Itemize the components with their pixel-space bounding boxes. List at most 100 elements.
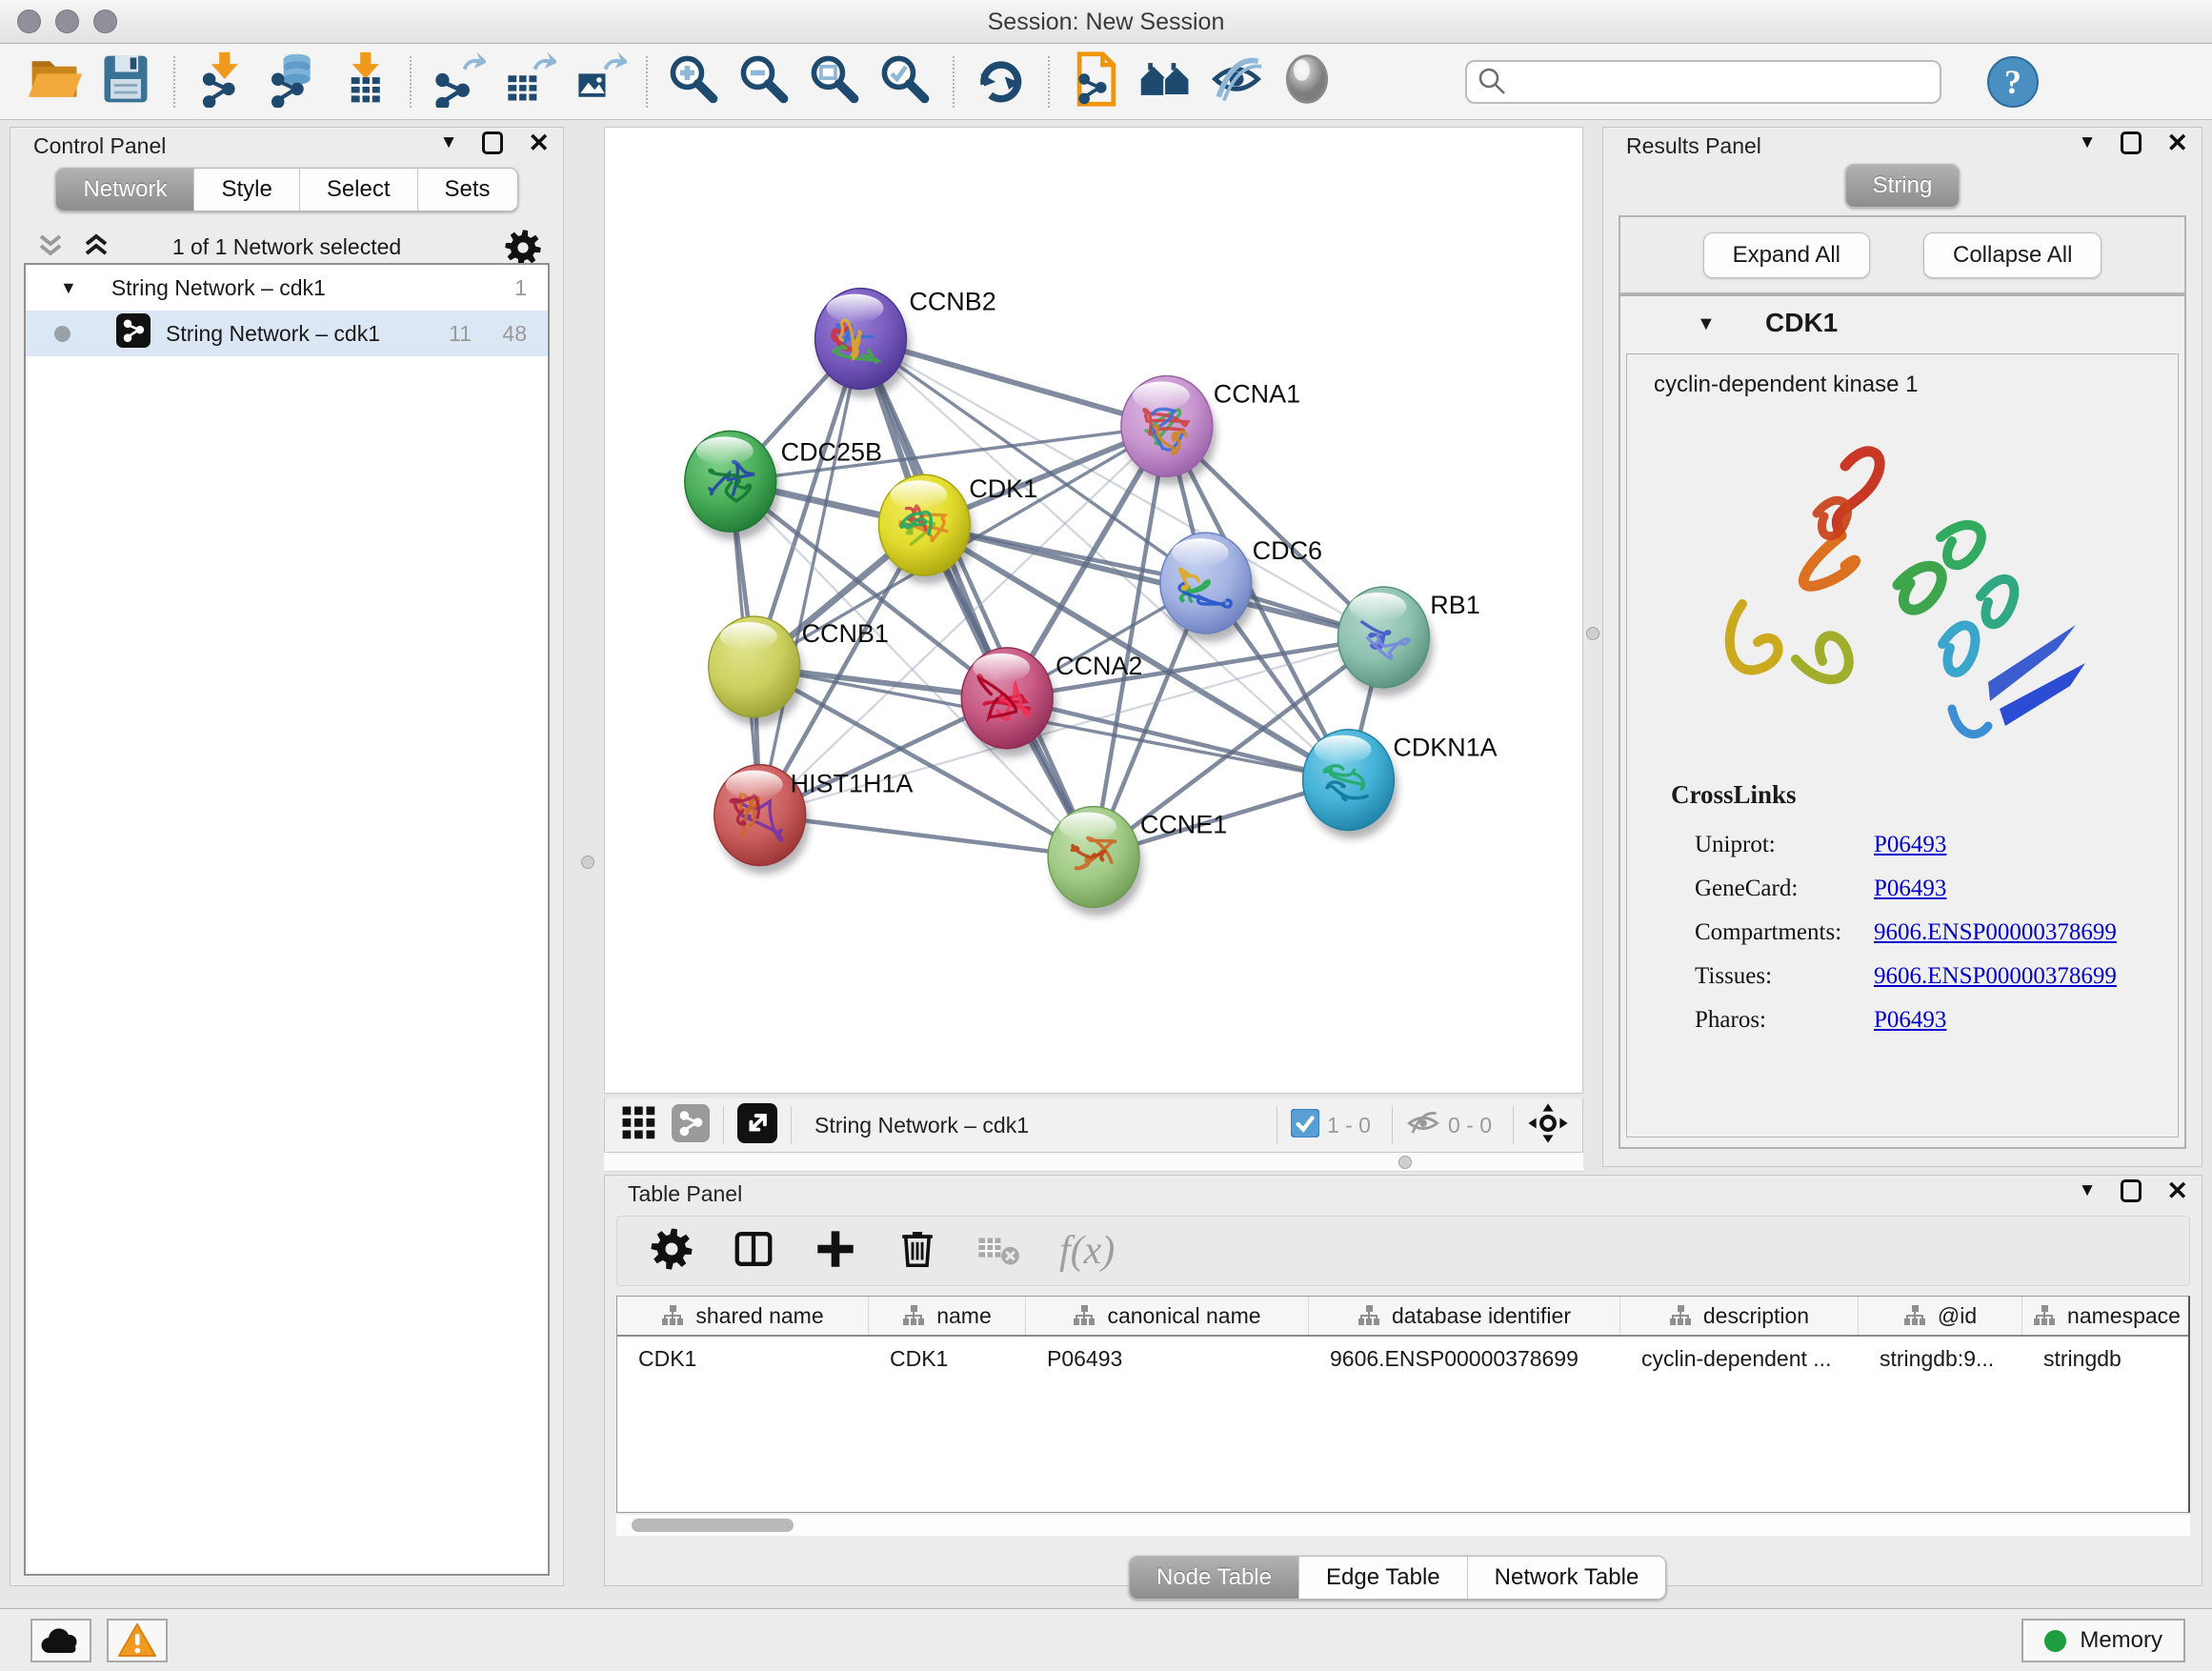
table-row[interactable]: CDK1CDK1P064939606.ENSP00000378699cyclin… — [617, 1337, 2188, 1380]
network-canvas[interactable]: CCNB2 CCNA1 CDC25B CDK1 CDC6 RB1 CCNB1 C… — [604, 127, 1583, 1094]
crosslink-link[interactable]: 9606.ENSP00000378699 — [1874, 919, 2117, 946]
left-splitter-handle[interactable] — [581, 856, 594, 869]
horizontal-splitter[interactable] — [604, 1153, 1583, 1172]
crosslink-link[interactable]: P06493 — [1874, 1007, 1946, 1034]
network-tree: ▼ String Network – cdk1 1 String Network… — [24, 263, 550, 1576]
column-header-canonical-name[interactable]: canonical name — [1026, 1297, 1309, 1335]
cell-@id[interactable]: stringdb:9... — [1859, 1346, 2022, 1372]
export-image-button[interactable] — [570, 53, 627, 111]
zoom-fit-button[interactable] — [806, 53, 863, 111]
zoom-out-button[interactable] — [735, 53, 793, 111]
save-session-button[interactable] — [97, 53, 154, 111]
panel-close-icon[interactable]: ✕ — [2166, 1179, 2188, 1202]
memory-button[interactable]: Memory — [2021, 1619, 2185, 1662]
selected-checkbox-icon[interactable] — [1291, 1109, 1319, 1142]
export-table-button[interactable] — [499, 53, 556, 111]
tab-node-table[interactable]: Node Table — [1130, 1557, 1299, 1599]
tab-select[interactable]: Select — [300, 169, 418, 211]
panel-menu-icon[interactable]: ▼ — [2079, 1180, 2097, 1201]
cell-canonical-name[interactable]: P06493 — [1026, 1346, 1309, 1372]
node-section-header[interactable]: ▼ CDK1 — [1620, 296, 2184, 353]
column-header-name[interactable]: name — [869, 1297, 1026, 1335]
cell-shared-name[interactable]: CDK1 — [617, 1346, 869, 1372]
network-tree-root-row[interactable]: ▼ String Network – cdk1 1 — [26, 265, 548, 311]
crosslink-label: Compartments: — [1695, 919, 1874, 946]
tab-edge-table[interactable]: Edge Table — [1299, 1557, 1468, 1599]
help-icon: ? — [1987, 56, 2039, 108]
tree-expander-icon[interactable]: ▼ — [60, 278, 77, 298]
cloud-status-button[interactable] — [30, 1619, 91, 1662]
tab-network[interactable]: Network — [56, 169, 194, 211]
column-header-shared-name[interactable]: shared name — [617, 1297, 869, 1335]
delete-columns-button[interactable] — [895, 1227, 939, 1276]
expand-all-button[interactable]: Expand All — [1703, 232, 1870, 278]
cell-description[interactable]: cyclin-dependent ... — [1620, 1346, 1859, 1372]
hidden-count: 0 - 0 — [1448, 1113, 1492, 1138]
network-node-RB1[interactable]: RB1 — [1337, 587, 1479, 696]
column-header-@id[interactable]: @id — [1859, 1297, 2022, 1335]
network-from-selection-button[interactable] — [1067, 53, 1124, 111]
network-node-CCNB2[interactable]: CCNB2 — [815, 288, 996, 398]
panel-close-icon[interactable]: ✕ — [2166, 131, 2188, 154]
section-expander-icon[interactable]: ▼ — [1697, 313, 1716, 335]
control-panel-tabs: NetworkStyleSelectSets — [10, 168, 563, 211]
panel-float-icon[interactable] — [2121, 131, 2142, 154]
tab-sets[interactable]: Sets — [418, 169, 517, 211]
refresh-view-button[interactable] — [972, 53, 1029, 111]
tab-string[interactable]: String — [1846, 165, 1960, 207]
fit-selected-crosshair-icon[interactable] — [1527, 1102, 1569, 1149]
tab-network-table[interactable]: Network Table — [1468, 1557, 1666, 1599]
scrollbar-thumb[interactable] — [632, 1519, 794, 1532]
selected-count: 1 - 0 — [1327, 1113, 1371, 1138]
search-box[interactable] — [1465, 60, 1941, 104]
column-header-description[interactable]: description — [1620, 1297, 1859, 1335]
cell-name[interactable]: CDK1 — [869, 1346, 1026, 1372]
table-settings-gear-button[interactable] — [650, 1227, 694, 1276]
right-splitter-handle[interactable] — [1586, 627, 1599, 640]
warning-status-button[interactable] — [107, 1619, 168, 1662]
network-collection-label: String Network – cdk1 — [111, 275, 326, 301]
panel-close-icon[interactable]: ✕ — [528, 131, 550, 154]
crosslink-link[interactable]: 9606.ENSP00000378699 — [1874, 963, 2117, 990]
network-node-CDKN1A[interactable]: CDKN1A — [1303, 730, 1498, 839]
hidden-eye-icon[interactable] — [1406, 1106, 1440, 1145]
export-network-button[interactable] — [429, 53, 486, 111]
import-network-file-button[interactable] — [192, 53, 250, 111]
first-neighbors-button[interactable] — [1137, 53, 1195, 111]
grid-view-icon[interactable] — [620, 1104, 658, 1147]
crosslink-link[interactable]: P06493 — [1874, 876, 1946, 902]
cloud-icon — [39, 1624, 83, 1657]
network-node-CDK1[interactable]: CDK1 — [878, 474, 1037, 584]
import-table-file-button[interactable] — [333, 53, 391, 111]
tab-style[interactable]: Style — [194, 169, 299, 211]
hide-selected-button[interactable] — [1208, 53, 1265, 111]
splitter-handle[interactable] — [1398, 1156, 1412, 1169]
zoom-in-button[interactable] — [665, 53, 722, 111]
create-column-button[interactable] — [814, 1227, 857, 1276]
help-button[interactable]: ? — [1987, 56, 2039, 108]
crosslink-row: Compartments: 9606.ENSP00000378699 — [1671, 911, 2178, 955]
cell-database-identifier[interactable]: 9606.ENSP00000378699 — [1309, 1346, 1620, 1372]
search-input[interactable] — [1509, 69, 1940, 94]
panel-menu-icon[interactable]: ▼ — [2079, 132, 2097, 153]
panel-menu-icon[interactable]: ▼ — [440, 132, 458, 153]
crosslink-link[interactable]: P06493 — [1874, 832, 1946, 858]
network-node-HIST1H1A[interactable]: HIST1H1A — [714, 765, 914, 875]
table-horizontal-scrollbar[interactable] — [616, 1515, 2190, 1536]
zoom-selected-button[interactable] — [876, 53, 934, 111]
crosslink-row: Uniprot: P06493 — [1671, 823, 2178, 867]
collection-count: 1 — [514, 275, 527, 301]
column-header-database-identifier[interactable]: database identifier — [1309, 1297, 1620, 1335]
cell-namespace[interactable]: stringdb — [2022, 1346, 2190, 1372]
network-overview-icon[interactable] — [672, 1104, 710, 1147]
open-file-button[interactable] — [27, 53, 84, 111]
detach-view-icon[interactable] — [737, 1103, 777, 1148]
network-tree-child-row[interactable]: String Network – cdk1 11 48 — [26, 311, 548, 356]
show-graphics-details-button[interactable] — [1278, 53, 1336, 111]
collapse-all-button[interactable]: Collapse All — [1923, 232, 2101, 278]
import-network-database-button[interactable] — [263, 53, 320, 111]
show-columns-button[interactable] — [732, 1227, 775, 1276]
column-header-namespace[interactable]: namespace — [2022, 1297, 2190, 1335]
panel-float-icon[interactable] — [482, 131, 503, 154]
panel-float-icon[interactable] — [2121, 1179, 2142, 1202]
